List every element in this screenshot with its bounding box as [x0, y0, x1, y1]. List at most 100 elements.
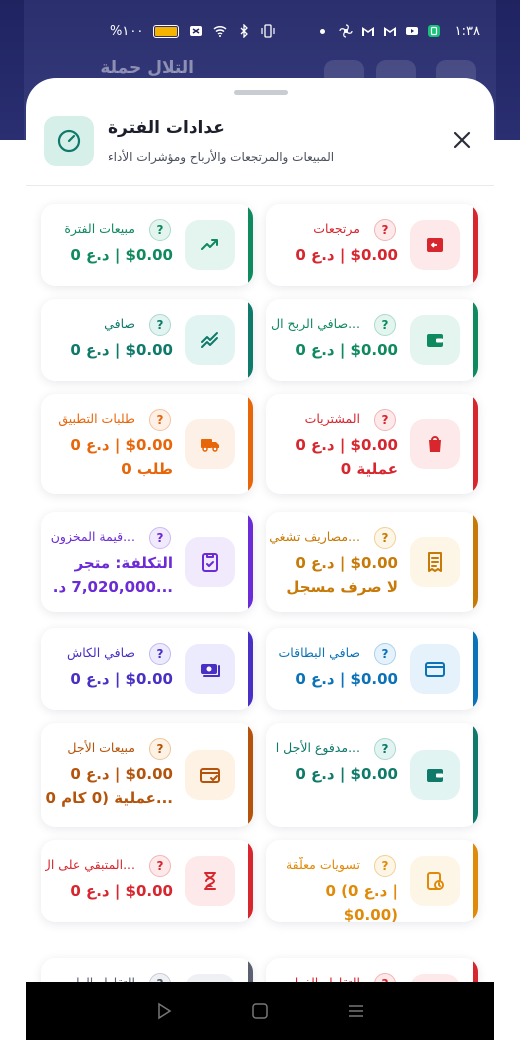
metric-value: $0.00 | د.ع 0 [70, 670, 173, 688]
fan-icon [339, 24, 353, 38]
accent-bar [473, 204, 478, 286]
clock: ١:٣٨ [454, 23, 480, 39]
help-icon[interactable]: ? [374, 973, 396, 982]
trend-up-icon [185, 220, 235, 270]
metric-card[interactable]: ? صافي الكاش $0.00 | د.ع 0 [41, 628, 253, 710]
accent-bar [248, 723, 253, 827]
clipboard-clock-icon [410, 856, 460, 906]
accent-bar [473, 299, 478, 381]
accent-bar [473, 512, 478, 612]
card-check-icon [185, 750, 235, 800]
help-icon[interactable]: ? [149, 219, 171, 241]
youtube-icon [405, 27, 418, 35]
menu-icon[interactable] [347, 1002, 365, 1020]
metric-title: صافي [104, 316, 135, 331]
metric-title: طلبات التطبيق [58, 411, 135, 426]
metric-title: تسويات معلّقة [285, 857, 360, 872]
help-icon[interactable]: ? [149, 973, 171, 982]
metric-title: صافي الكاش [66, 645, 135, 660]
help-icon[interactable]: ? [374, 314, 396, 336]
shopping-bag-icon [410, 419, 460, 469]
gmail-icon [361, 27, 374, 36]
metric-card[interactable]: ? مرتجعات $0.00 | د.ع 0 [266, 204, 478, 286]
dot-icon [319, 28, 325, 34]
accent-bar [248, 840, 253, 922]
metric-value: $0.00 | د.ع 0 [70, 436, 173, 454]
help-icon[interactable]: ? [149, 643, 171, 665]
accent-bar [473, 628, 478, 710]
metric-card[interactable]: ? مبيعات الفترة $0.00 | د.ع 0 [41, 204, 253, 286]
receipt-icon [410, 537, 460, 587]
clipboard-check-icon [185, 537, 235, 587]
metric-title: مبيعات الفترة [64, 221, 135, 236]
metric-value: | د.ع 0) 0 [325, 882, 398, 900]
help-icon[interactable]: ? [149, 527, 171, 549]
accent-bar [473, 723, 478, 827]
metric-title: مرتجعات [313, 221, 360, 236]
metric-value: $0.00 | د.ع 0 [295, 436, 398, 454]
metric-card[interactable]: ? تسويات معلّقة | د.ع 0) 0 ($0.00 [266, 840, 478, 922]
help-icon[interactable]: ? [374, 855, 396, 877]
metric-title: ...قيمة المخزون [50, 529, 135, 544]
metric-value: التكلفة: متجر [74, 554, 173, 572]
truck-icon [185, 419, 235, 469]
help-icon[interactable]: ? [374, 219, 396, 241]
background-title: التلال حملة [100, 58, 194, 78]
metric-card[interactable]: ? صافي البطاقات $0.00 | د.ع 0 [266, 628, 478, 710]
app-icon [427, 25, 440, 37]
metric-card[interactable]: ? ...قيمة المخزون التكلفة: متجر ...7,020,00… [41, 512, 253, 612]
metric-card[interactable]: ? ...مدفوع الأجل ا $0.00 | د.ع 0 [266, 723, 478, 827]
metric-title: المشتريات [304, 411, 360, 426]
generic-icon [185, 974, 235, 982]
help-icon[interactable]: ? [149, 314, 171, 336]
metric-card[interactable]: ? التقاطع الفعلي [266, 958, 478, 982]
metric-title: مبيعات الأجل [67, 740, 135, 755]
bluetooth-icon [240, 24, 249, 38]
metric-card[interactable]: ? التقاطع العام [41, 958, 253, 982]
home-icon[interactable] [251, 1002, 269, 1020]
help-icon[interactable]: ? [374, 527, 396, 549]
help-icon[interactable]: ? [374, 738, 396, 760]
help-icon[interactable]: ? [149, 409, 171, 431]
metric-subvalue: لا صرف مسجل [286, 578, 398, 596]
help-icon[interactable]: ? [149, 738, 171, 760]
metric-subvalue: عملية 0 [340, 460, 398, 478]
metric-title: ...المتبقي على ال [45, 857, 135, 872]
card-icon [410, 644, 460, 694]
wifi-icon [213, 25, 227, 37]
metric-value: $0.00 | د.ع 0 [70, 765, 173, 783]
accent-bar [248, 628, 253, 710]
metric-subvalue: ...7,020,000 د. [52, 578, 173, 596]
vibrate-icon [261, 24, 275, 38]
metric-title: ...صافي الربح ال [271, 316, 360, 331]
metric-card[interactable]: ? ...المتبقي على ال $0.00 | د.ع 0 [41, 840, 253, 922]
metric-card[interactable]: ? ...مصاريف تشغي $0.00 | د.ع 0 لا صرف مسجل [266, 512, 478, 612]
metrics-grid: ? مرتجعات $0.00 | د.ع 0? مبيعات الفترة $0.00… [26, 78, 494, 982]
status-bar: %١٠٠ ١:٣٨ [0, 16, 520, 46]
nfc-icon [190, 26, 203, 36]
metric-value: $0.00 | د.ع 0 [295, 246, 398, 264]
metric-card[interactable]: ? صافي $0.00 | د.ع 0 [41, 299, 253, 381]
metric-card[interactable]: ? مبيعات الأجل $0.00 | د.ع 0 ...عملية (0 كا… [41, 723, 253, 827]
accent-bar [248, 204, 253, 286]
cash-icon [185, 644, 235, 694]
metric-card[interactable]: ? ...صافي الربح ال $0.00 | د.ع 0 [266, 299, 478, 381]
metric-value: $0.00 | د.ع 0 [295, 341, 398, 359]
metric-title: صافي البطاقات [278, 645, 360, 660]
metric-value: $0.00 | د.ع 0 [70, 246, 173, 264]
metric-title: التقاطع العام [68, 975, 135, 982]
return-icon [410, 220, 460, 270]
metric-title: ...مدفوع الأجل ا [275, 740, 360, 755]
accent-bar [248, 958, 253, 982]
help-icon[interactable]: ? [374, 643, 396, 665]
metric-subvalue: ($0.00 [343, 906, 398, 922]
help-icon[interactable]: ? [374, 409, 396, 431]
metric-card[interactable]: ? المشتريات $0.00 | د.ع 0 عملية 0 [266, 394, 478, 494]
hourglass-icon [185, 856, 235, 906]
back-icon[interactable] [155, 1002, 173, 1020]
metric-card[interactable]: ? طلبات التطبيق $0.00 | د.ع 0 طلب 0 [41, 394, 253, 494]
help-icon[interactable]: ? [149, 855, 171, 877]
accent-bar [248, 512, 253, 612]
system-nav-bar [26, 982, 494, 1040]
battery-text: %١٠٠ [110, 23, 144, 39]
